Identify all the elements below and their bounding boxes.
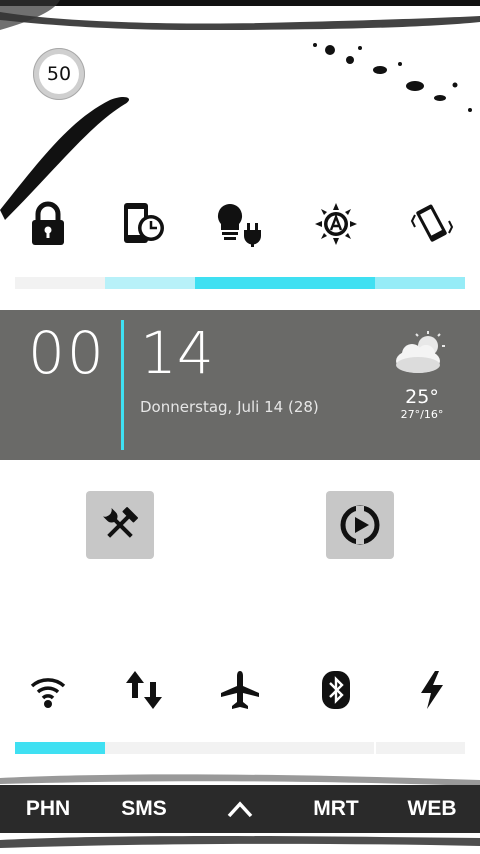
lock-icon — [32, 201, 64, 245]
dock-app-drawer[interactable] — [192, 785, 288, 833]
airplane-icon — [221, 671, 259, 709]
vibrate-toggle[interactable] — [384, 194, 480, 254]
quick-toggles-bottom — [0, 660, 480, 720]
weather-temperature: 25° — [405, 386, 439, 408]
bulb-plug-icon — [217, 203, 261, 247]
power-save-toggle[interactable] — [192, 194, 288, 254]
clock-hours: 00 — [28, 319, 106, 387]
wifi-signal-bar-fill — [15, 742, 105, 754]
screen-timeout-icon — [124, 203, 164, 243]
bar-divider — [374, 742, 376, 754]
clock-divider — [121, 320, 124, 450]
auto-brightness-toggle[interactable] — [288, 194, 384, 254]
settings-tools-button[interactable] — [86, 491, 154, 559]
quick-toggles-top — [0, 194, 480, 254]
wifi-icon — [30, 678, 66, 708]
data-transfer-icon — [126, 671, 162, 709]
weather-range: 27°/16° — [400, 408, 444, 421]
airplane-mode-toggle[interactable] — [192, 660, 288, 720]
dock-mrt[interactable]: MRT — [288, 785, 384, 833]
dock-phone[interactable]: PHN — [0, 785, 96, 833]
auto-brightness-icon — [315, 203, 357, 245]
dock-web[interactable]: WEB — [384, 785, 480, 833]
vibrate-icon — [410, 204, 454, 242]
media-player-button[interactable] — [326, 491, 394, 559]
clock-day: 14 — [140, 319, 214, 387]
app-dock: PHN SMS MRT WEB — [0, 785, 480, 833]
screen-timeout-toggle[interactable] — [96, 194, 192, 254]
flash-icon — [421, 671, 443, 709]
wifi-toggle[interactable] — [0, 660, 96, 720]
chevron-up-icon — [227, 801, 253, 818]
tools-icon — [103, 507, 138, 538]
badge-value: 50 — [39, 54, 79, 94]
brightness-bar-fill — [195, 277, 375, 289]
media-player-icon — [340, 505, 380, 545]
lock-toggle[interactable] — [0, 194, 96, 254]
partly-cloudy-icon[interactable] — [392, 330, 450, 380]
notification-count-badge: 50 — [33, 48, 85, 100]
bluetooth-toggle[interactable] — [288, 660, 384, 720]
wifi-signal-bar[interactable] — [15, 742, 465, 754]
brightness-bar[interactable] — [15, 277, 465, 289]
dock-sms[interactable]: SMS — [96, 785, 192, 833]
mobile-data-toggle[interactable] — [96, 660, 192, 720]
flashlight-toggle[interactable] — [384, 660, 480, 720]
bluetooth-icon — [322, 671, 350, 709]
brightness-bar-end-segment — [375, 277, 465, 289]
clock-date: Donnerstag, Juli 14 (28) — [140, 398, 319, 416]
brightness-bar-light-segment — [105, 277, 195, 289]
